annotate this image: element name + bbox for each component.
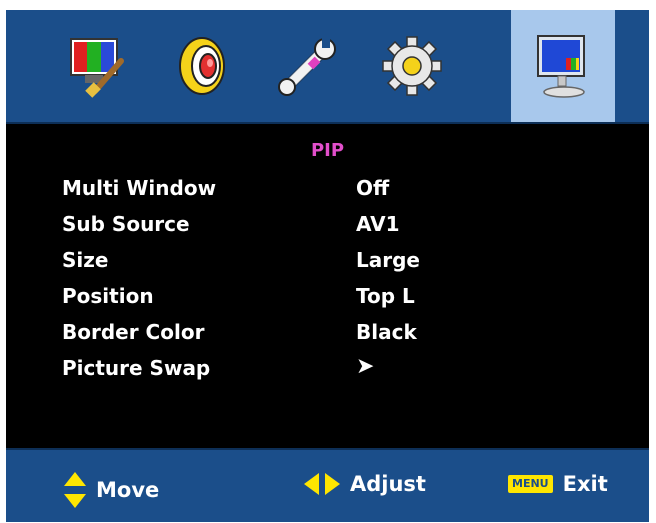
move-hint: Move: [64, 472, 159, 508]
menu-item-value: Top L: [356, 284, 415, 308]
pip-menu-panel: PIP Multi Window Off Sub Source AV1 Size…: [6, 124, 649, 446]
menu-item-label: Sub Source: [62, 212, 190, 236]
menu-item-value: AV1: [356, 212, 400, 236]
exit-hint: MENU Exit: [508, 472, 608, 496]
speaker-icon: [179, 37, 225, 95]
left-right-arrow-icon: [304, 473, 340, 495]
menu-item-multi-window[interactable]: Multi Window Off: [6, 176, 649, 208]
menu-key-badge: MENU: [508, 475, 553, 493]
monitor-pip-icon: [537, 35, 585, 98]
wrench-icon: [278, 36, 336, 96]
tv-picture-brush-icon: [70, 38, 124, 98]
menu-item-label: Multi Window: [62, 176, 217, 200]
menu-item-label: Size: [62, 248, 109, 272]
menu-item-position[interactable]: Position Top L: [6, 284, 649, 316]
enter-arrow-icon: ➤: [356, 354, 375, 379]
tab-bar: [6, 10, 649, 124]
gear-icon: [382, 36, 442, 96]
tab-sound[interactable]: [152, 10, 256, 122]
adjust-hint: Adjust: [304, 472, 426, 496]
menu-item-sub-source[interactable]: Sub Source AV1: [6, 212, 649, 244]
up-down-arrow-icon: [64, 472, 86, 508]
move-label: Move: [96, 478, 160, 502]
adjust-label: Adjust: [350, 472, 426, 496]
menu-title: PIP: [310, 140, 345, 161]
tab-setup[interactable]: [360, 10, 464, 122]
osd-menu: PIP Multi Window Off Sub Source AV1 Size…: [6, 10, 649, 522]
hint-bar: Move Adjust MENU Exit: [6, 448, 649, 522]
menu-item-label: Picture Swap: [62, 356, 211, 380]
tab-pip[interactable]: [511, 10, 615, 122]
exit-label: Exit: [562, 472, 608, 496]
menu-item-value: Black: [356, 320, 417, 344]
tab-picture[interactable]: [48, 10, 152, 122]
menu-item-value: Off: [356, 176, 390, 200]
menu-item-size[interactable]: Size Large: [6, 248, 649, 280]
tab-tools[interactable]: [256, 10, 360, 122]
menu-item-value: Large: [356, 248, 420, 272]
menu-item-border-color[interactable]: Border Color Black: [6, 320, 649, 352]
menu-item-picture-swap[interactable]: Picture Swap ➤: [6, 354, 649, 388]
menu-item-label: Position: [62, 284, 154, 308]
menu-item-label: Border Color: [62, 320, 205, 344]
